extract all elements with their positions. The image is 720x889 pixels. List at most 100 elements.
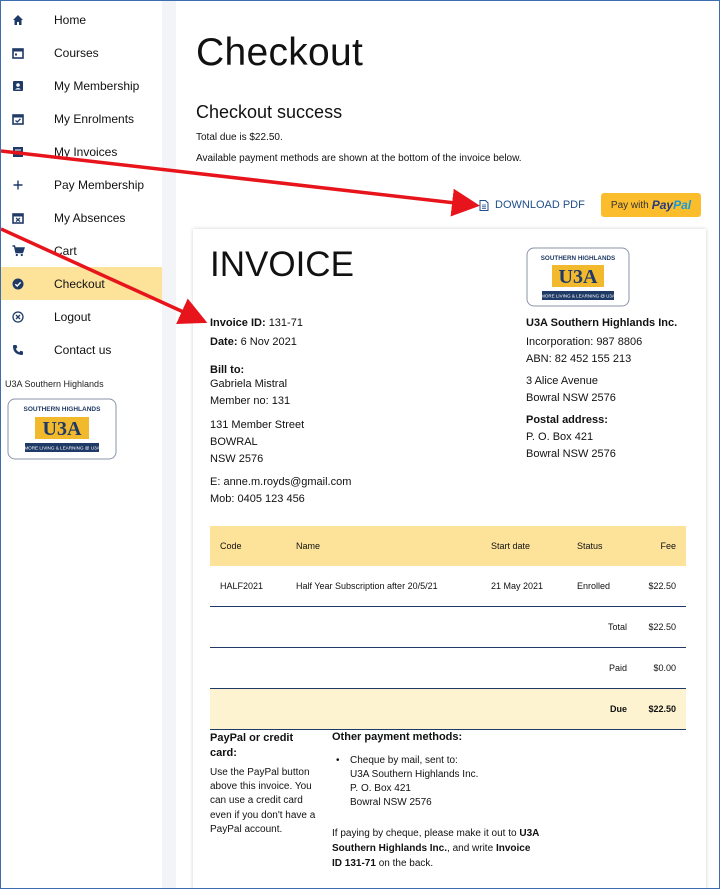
paypal-logo-pay: Pay [651, 198, 674, 212]
due-value: $22.50 [637, 688, 686, 730]
check-circle-icon [11, 277, 25, 291]
table-header-row: Code Name Start date Status Fee [210, 526, 686, 566]
calendar-check-icon [11, 112, 25, 126]
sidebar-item-my-invoices[interactable]: My Invoices [1, 135, 162, 168]
calendar-x-icon [11, 211, 25, 225]
member-mobile: Mob: 0405 123 456 [210, 493, 305, 505]
col-start-date: Start date [481, 526, 567, 566]
phone-icon [11, 343, 25, 357]
download-pdf-button[interactable]: DOWNLOAD PDF [479, 194, 585, 216]
sidebar-item-label: Checkout [54, 276, 105, 291]
sidebar-item-logout[interactable]: Logout [1, 300, 162, 333]
invoice-items-table: Code Name Start date Status Fee HALF2021… [210, 526, 686, 730]
cell-code: HALF2021 [210, 566, 286, 607]
id-card-icon [11, 79, 25, 93]
cheque-line1: Cheque by mail, sent to: [350, 755, 458, 766]
list-icon [11, 145, 25, 159]
plus-icon [11, 178, 25, 192]
paypal-button[interactable]: Pay with Pay Pal [601, 193, 701, 217]
sidebar-item-label: Cart [54, 243, 77, 258]
sidebar-item-my-enrolments[interactable]: My Enrolments [1, 102, 162, 135]
x-circle-icon [11, 310, 25, 324]
invoice-card: INVOICE SOUTHERN HIGHLANDS U3A MORE LIVI… [193, 229, 706, 888]
org-incorporation: Incorporation: 987 8806 [526, 336, 643, 348]
invoice-title: INVOICE [210, 245, 354, 284]
svg-text:SOUTHERN HIGHLANDS: SOUTHERN HIGHLANDS [24, 406, 102, 413]
member-name: Gabriela Mistral [210, 378, 288, 390]
sidebar-item-label: My Membership [54, 78, 140, 93]
calendar-icon [11, 46, 25, 60]
page-title: Checkout [196, 31, 364, 74]
sidebar-item-label: Pay Membership [54, 177, 145, 192]
sidebar-item-label: My Enrolments [54, 111, 135, 126]
org-address-line1: 3 Alice Avenue [526, 375, 598, 387]
total-row: Total $22.50 [210, 606, 686, 648]
postal-line2: Bowral NSW 2576 [526, 448, 616, 460]
postal-line1: P. O. Box 421 [526, 431, 594, 443]
paid-row: Paid $0.00 [210, 647, 686, 689]
cheque-method: • Cheque by mail, sent to: U3A Southern … [336, 755, 479, 808]
col-status: Status [567, 526, 637, 566]
home-icon [11, 13, 25, 27]
sidebar-item-label: Home [54, 12, 87, 27]
member-address-line1: 131 Member Street [210, 419, 305, 431]
paypal-logo-pal: Pal [673, 198, 692, 212]
svg-text:SOUTHERN HIGHLANDS: SOUTHERN HIGHLANDS [541, 255, 616, 262]
cheque-line3: P. O. Box 421 [350, 783, 411, 794]
cell-fee: $22.50 [637, 566, 686, 607]
paypal-instructions: Use the PayPal button above this invoice… [210, 767, 316, 835]
payment-methods-text: Available payment methods are shown at t… [196, 153, 522, 164]
col-name: Name [286, 526, 481, 566]
due-label: Due [567, 688, 637, 730]
member-number: Member no: 131 [210, 395, 291, 407]
col-code: Code [210, 526, 286, 566]
sidebar-org-name: U3A Southern Highlands [5, 379, 104, 389]
bill-to-label: Bill to: [210, 364, 245, 376]
sidebar: Home Courses My Membership My Enrolments… [1, 1, 163, 888]
svg-text:MORE LIVING & LEARNING @ U3A: MORE LIVING & LEARNING @ U3A [24, 446, 100, 451]
u3a-logo: SOUTHERN HIGHLANDS U3A MORE LIVING & LEA… [7, 398, 117, 465]
u3a-logo: SOUTHERN HIGHLANDS U3A MORE LIVING & LEA… [526, 247, 630, 312]
member-email: E: anne.m.royds@gmail.com [210, 476, 352, 488]
postal-address-label: Postal address: [526, 414, 608, 426]
svg-text:U3A: U3A [43, 418, 82, 440]
total-due-text: Total due is $22.50. [196, 132, 283, 143]
sidebar-item-label: My Absences [54, 210, 126, 225]
cell-start-date: 21 May 2021 [481, 566, 567, 607]
file-icon [479, 199, 489, 211]
org-address-line2: Bowral NSW 2576 [526, 392, 616, 404]
member-address-line2: BOWRAL [210, 436, 258, 448]
sidebar-item-my-absences[interactable]: My Absences [1, 201, 162, 234]
sidebar-item-checkout[interactable]: Checkout [1, 267, 162, 300]
total-value: $22.50 [637, 606, 686, 648]
cheque-line2: U3A Southern Highlands Inc. [350, 769, 479, 780]
svg-text:MORE LIVING & LEARNING @ U3A: MORE LIVING & LEARNING @ U3A [541, 294, 615, 299]
sidebar-item-courses[interactable]: Courses [1, 36, 162, 69]
cheque-line4: Bowral NSW 2576 [350, 797, 432, 808]
sidebar-item-pay-membership[interactable]: Pay Membership [1, 168, 162, 201]
sidebar-item-my-membership[interactable]: My Membership [1, 69, 162, 102]
invoice-id: Invoice ID: 131-71 [210, 317, 303, 329]
col-fee: Fee [637, 526, 686, 566]
cart-icon [11, 244, 25, 258]
cell-name: Half Year Subscription after 20/5/21 [286, 566, 481, 607]
sidebar-item-contact-us[interactable]: Contact us [1, 333, 162, 366]
app-window: Home Courses My Membership My Enrolments… [0, 0, 720, 889]
paypal-button-prefix: Pay with [610, 199, 649, 211]
org-abn: ABN: 82 452 155 213 [526, 353, 632, 365]
content-gutter [162, 1, 176, 888]
sidebar-item-home[interactable]: Home [1, 3, 162, 36]
paid-label: Paid [567, 647, 637, 689]
org-name: U3A Southern Highlands Inc. [526, 317, 678, 329]
table-row: HALF2021 Half Year Subscription after 20… [210, 566, 686, 607]
download-pdf-label: DOWNLOAD PDF [495, 199, 585, 211]
sidebar-item-label: Courses [54, 45, 99, 60]
sidebar-item-cart[interactable]: Cart [1, 234, 162, 267]
cell-status: Enrolled [567, 566, 637, 607]
paypal-heading: PayPal or credit card: [210, 732, 294, 759]
sidebar-item-label: Contact us [54, 342, 112, 357]
member-address-line3: NSW 2576 [210, 453, 264, 465]
invoice-date: Date: 6 Nov 2021 [210, 336, 297, 348]
svg-text:U3A: U3A [559, 266, 598, 288]
main-content: Checkout Checkout success Total due is $… [176, 1, 719, 888]
